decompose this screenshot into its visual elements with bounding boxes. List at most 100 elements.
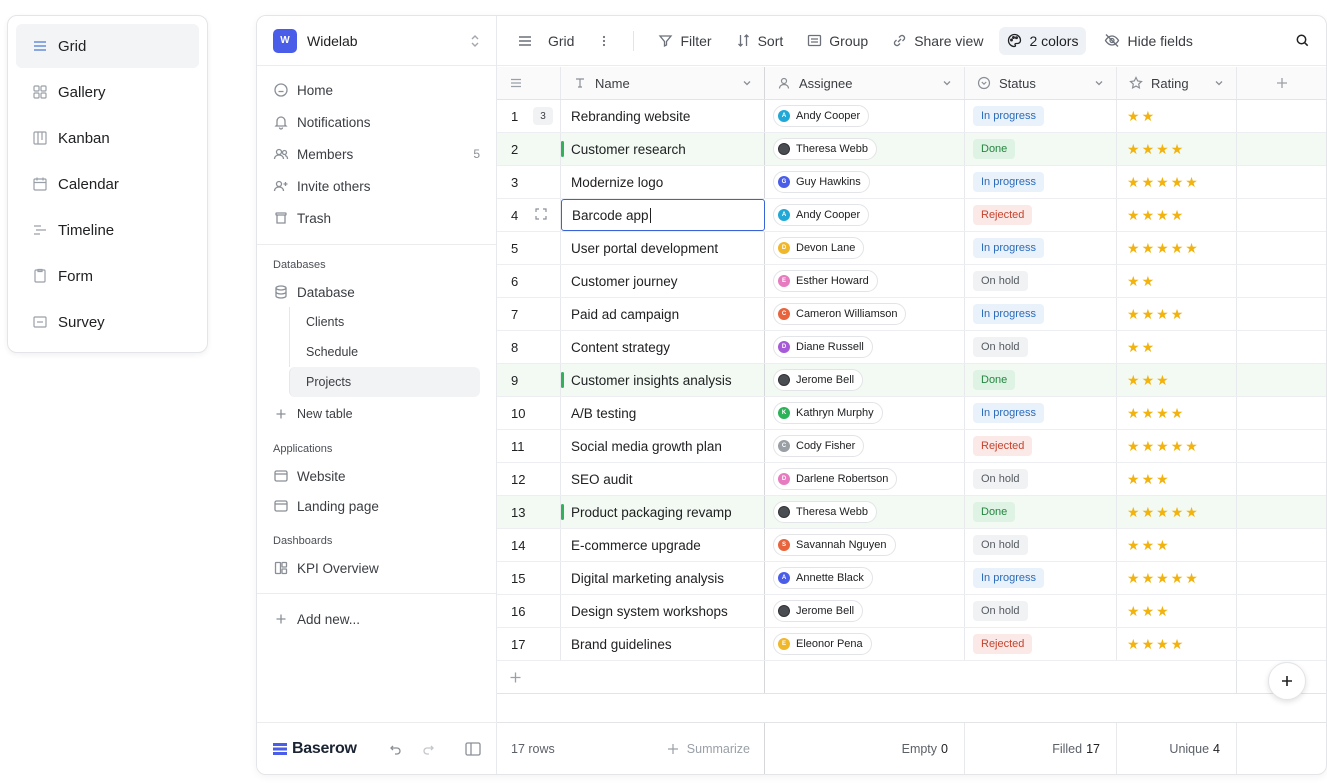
status-cell[interactable]: In progress xyxy=(965,232,1117,264)
star-icon[interactable]: ★ xyxy=(1142,142,1155,156)
star-icon[interactable]: ★ xyxy=(1156,637,1169,651)
table-row[interactable]: 6 Customer journey E Esther Howard On hold ★ ★ xyxy=(497,265,1326,298)
row-number-cell[interactable]: 15 xyxy=(497,562,561,594)
name-cell[interactable]: E-commerce upgrade xyxy=(561,529,765,561)
chevron-down-icon[interactable] xyxy=(942,78,952,88)
assignee-chip[interactable]: A Annette Black xyxy=(773,567,873,589)
app-item-website[interactable]: Website xyxy=(257,461,496,491)
assignee-chip[interactable]: C Cody Fisher xyxy=(773,435,865,457)
workspace-switcher[interactable]: W Widelab xyxy=(257,16,496,66)
row-number-cell[interactable]: 9 xyxy=(497,364,561,396)
nav-home[interactable]: Home xyxy=(265,74,488,106)
assignee-cell[interactable]: A Andy Cooper xyxy=(765,100,965,132)
view-type-survey[interactable]: Survey xyxy=(16,300,199,344)
star-icon[interactable]: ★ xyxy=(1185,439,1198,453)
row-number-cell[interactable]: 12 xyxy=(497,463,561,495)
redo-icon[interactable] xyxy=(421,742,435,756)
star-icon[interactable]: ★ xyxy=(1156,472,1169,486)
assignee-cell[interactable]: D Devon Lane xyxy=(765,232,965,264)
rating-cell[interactable]: ★ ★ ★ ★ xyxy=(1117,298,1237,330)
assignee-cell[interactable]: C Cameron Williamson xyxy=(765,298,965,330)
star-icon[interactable]: ★ xyxy=(1127,637,1140,651)
status-cell[interactable]: In progress xyxy=(965,100,1117,132)
star-icon[interactable]: ★ xyxy=(1185,241,1198,255)
view-more-button[interactable] xyxy=(598,34,617,48)
rating-cell[interactable]: ★ ★ xyxy=(1117,100,1237,132)
star-icon[interactable]: ★ xyxy=(1171,142,1184,156)
assignee-cell[interactable]: K Kathryn Murphy xyxy=(765,397,965,429)
rating-cell[interactable]: ★ ★ ★ xyxy=(1117,364,1237,396)
star-icon[interactable]: ★ xyxy=(1127,274,1140,288)
name-cell[interactable]: Customer insights analysis xyxy=(561,364,765,396)
app-item-landing-page[interactable]: Landing page xyxy=(257,491,496,521)
assignee-cell[interactable]: A Annette Black xyxy=(765,562,965,594)
name-cell[interactable]: Modernize logo xyxy=(561,166,765,198)
name-cell[interactable]: SEO audit xyxy=(561,463,765,495)
status-cell[interactable]: In progress xyxy=(965,397,1117,429)
star-icon[interactable]: ★ xyxy=(1127,142,1140,156)
nav-notifications[interactable]: Notifications xyxy=(265,106,488,138)
row-number-cell[interactable]: 13 xyxy=(497,496,561,528)
expand-row-icon[interactable] xyxy=(535,208,547,220)
database-item[interactable]: Database xyxy=(257,277,496,307)
name-cell[interactable]: Brand guidelines xyxy=(561,628,765,660)
star-icon[interactable]: ★ xyxy=(1156,538,1169,552)
star-icon[interactable]: ★ xyxy=(1127,208,1140,222)
star-icon[interactable]: ★ xyxy=(1142,406,1155,420)
rating-cell[interactable]: ★ ★ ★ xyxy=(1117,463,1237,495)
assignee-cell[interactable]: Jerome Bell xyxy=(765,595,965,627)
filter-button[interactable]: Filter xyxy=(658,33,712,49)
rating-cell[interactable]: ★ ★ ★ ★ ★ xyxy=(1117,430,1237,462)
table-row[interactable]: 16 Design system workshops Jerome Bell On h… xyxy=(497,595,1326,628)
footer-filled-summary[interactable]: Filled 17 xyxy=(965,723,1117,774)
search-button[interactable] xyxy=(1295,33,1310,48)
table-row[interactable]: 7 Paid ad campaign C Cameron Williamson In p… xyxy=(497,298,1326,331)
assignee-chip[interactable]: Jerome Bell xyxy=(773,369,864,391)
view-selector[interactable]: Grid xyxy=(517,33,574,49)
status-cell[interactable]: Done xyxy=(965,133,1117,165)
star-icon[interactable]: ★ xyxy=(1171,571,1184,585)
star-icon[interactable]: ★ xyxy=(1142,505,1155,519)
status-cell[interactable]: Done xyxy=(965,496,1117,528)
assignee-chip[interactable]: E Esther Howard xyxy=(773,270,878,292)
footer-empty-summary[interactable]: Empty 0 xyxy=(765,723,965,774)
assignee-cell[interactable]: Theresa Webb xyxy=(765,496,965,528)
star-icon[interactable]: ★ xyxy=(1156,373,1169,387)
rating-cell[interactable]: ★ ★ ★ ★ ★ xyxy=(1117,562,1237,594)
rating-cell[interactable]: ★ ★ ★ ★ xyxy=(1117,628,1237,660)
assignee-chip[interactable]: A Andy Cooper xyxy=(773,105,870,127)
assignee-chip[interactable]: A Andy Cooper xyxy=(773,204,870,226)
view-type-form[interactable]: Form xyxy=(16,254,199,298)
name-cell[interactable]: Social media growth plan xyxy=(561,430,765,462)
star-icon[interactable]: ★ xyxy=(1127,340,1140,354)
star-icon[interactable]: ★ xyxy=(1127,538,1140,552)
add-field-button[interactable] xyxy=(1237,67,1326,99)
row-number-cell[interactable]: 8 xyxy=(497,331,561,363)
name-cell[interactable]: Product packaging revamp xyxy=(561,496,765,528)
star-icon[interactable]: ★ xyxy=(1185,571,1198,585)
nav-invite[interactable]: Invite others xyxy=(265,170,488,202)
assignee-chip[interactable]: E Eleonor Pena xyxy=(773,633,872,655)
rating-cell[interactable]: ★ ★ xyxy=(1117,331,1237,363)
table-row[interactable]: 12 SEO audit D Darlene Robertson On hold ★ ★ ★ xyxy=(497,463,1326,496)
assignee-chip[interactable]: C Cameron Williamson xyxy=(773,303,907,325)
status-cell[interactable]: On hold xyxy=(965,595,1117,627)
rating-cell[interactable]: ★ ★ xyxy=(1117,265,1237,297)
name-cell[interactable]: A/B testing xyxy=(561,397,765,429)
star-icon[interactable]: ★ xyxy=(1142,637,1155,651)
status-cell[interactable]: Rejected xyxy=(965,199,1117,231)
add-row-button[interactable] xyxy=(497,661,765,693)
star-icon[interactable]: ★ xyxy=(1142,439,1155,453)
star-icon[interactable]: ★ xyxy=(1171,637,1184,651)
star-icon[interactable]: ★ xyxy=(1127,604,1140,618)
column-header-name[interactable]: Name xyxy=(561,67,765,99)
row-comment-count[interactable]: 3 xyxy=(533,107,553,125)
star-icon[interactable]: ★ xyxy=(1142,175,1155,189)
star-icon[interactable]: ★ xyxy=(1127,175,1140,189)
star-icon[interactable]: ★ xyxy=(1142,373,1155,387)
rating-cell[interactable]: ★ ★ ★ ★ xyxy=(1117,133,1237,165)
star-icon[interactable]: ★ xyxy=(1171,208,1184,222)
status-cell[interactable]: In progress xyxy=(965,298,1117,330)
view-type-kanban[interactable]: Kanban xyxy=(16,116,199,160)
star-icon[interactable]: ★ xyxy=(1156,241,1169,255)
